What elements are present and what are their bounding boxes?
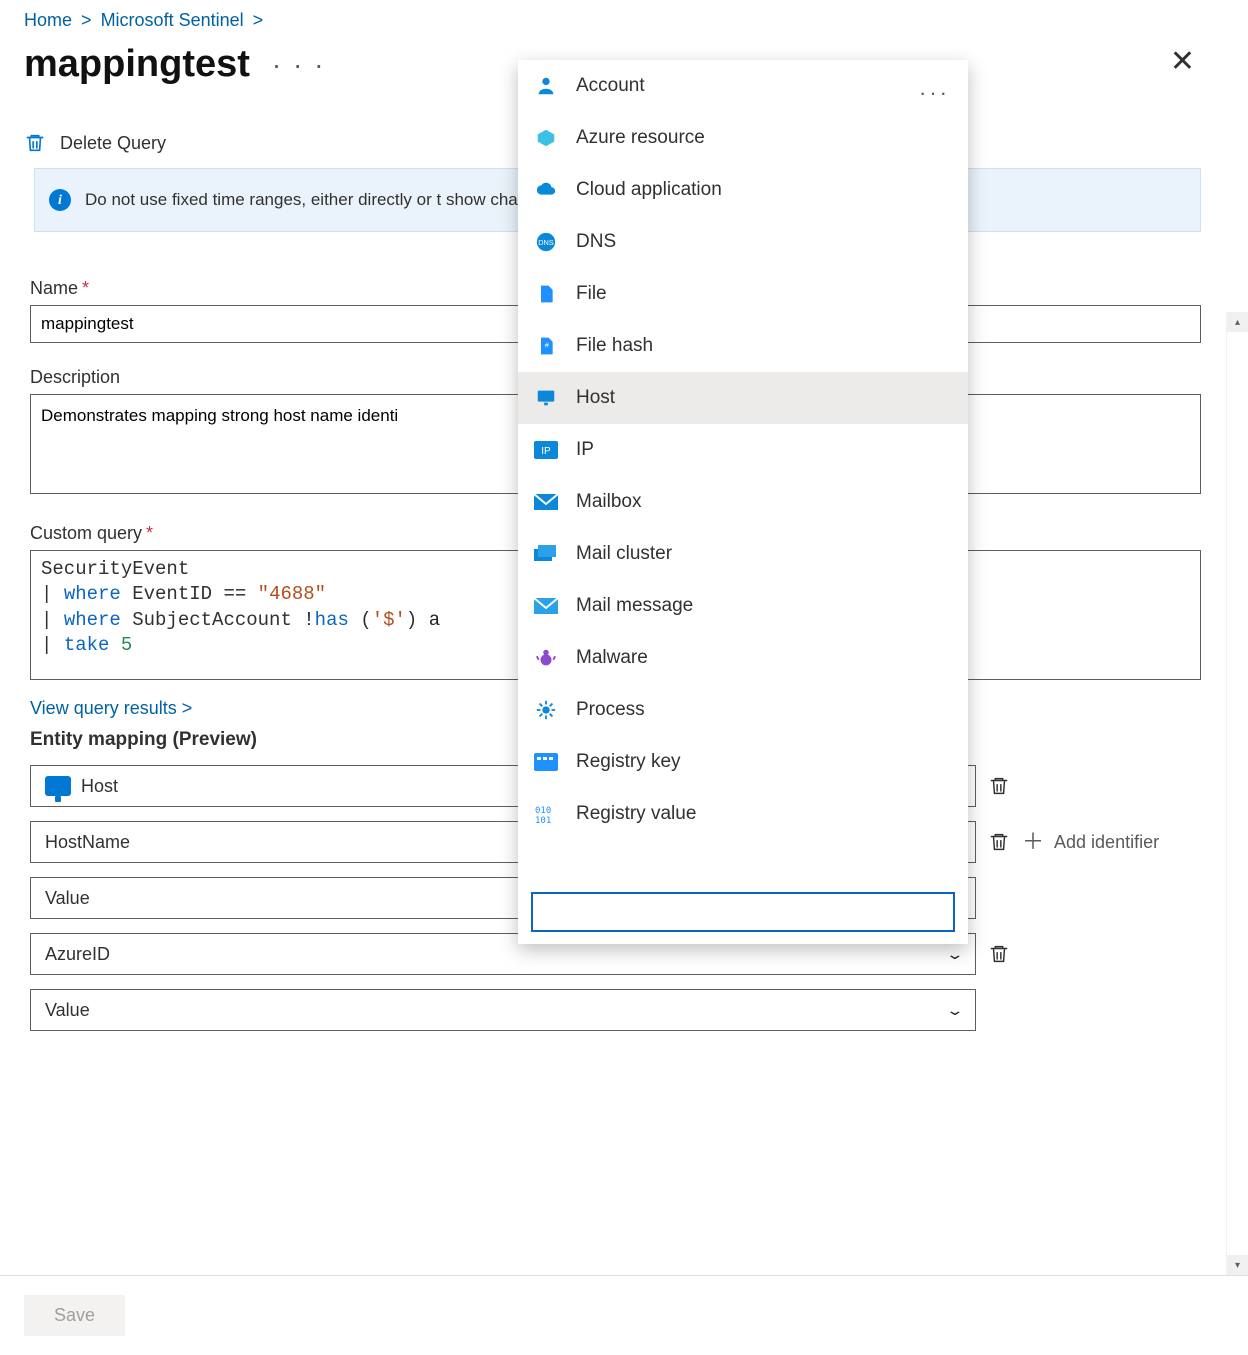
dropdown-item-mailcluster[interactable]: Mail cluster xyxy=(518,528,968,580)
entity-type-dropdown-popup: ··· Account Azure resource Cloud applicati… xyxy=(518,60,968,944)
breadcrumb-sentinel[interactable]: Microsoft Sentinel xyxy=(101,10,244,30)
identifier-value-placeholder: Value xyxy=(45,888,90,909)
required-star: * xyxy=(146,523,153,543)
plus-icon: ＋ xyxy=(1022,831,1044,853)
required-star: * xyxy=(82,278,89,298)
ip-icon: IP xyxy=(534,438,558,462)
trash-icon xyxy=(24,132,46,154)
svg-text:IP: IP xyxy=(541,446,551,457)
dropdown-item-ip[interactable]: IP IP xyxy=(518,424,968,476)
dropdown-item-label: Cloud application xyxy=(576,179,722,201)
malware-icon xyxy=(534,646,558,670)
dropdown-item-label: Azure resource xyxy=(576,127,705,149)
dropdown-item-label: IP xyxy=(576,439,594,461)
svg-text:DNS: DNS xyxy=(538,238,554,247)
dropdown-item-label: Account xyxy=(576,75,645,97)
dropdown-item-file[interactable]: File xyxy=(518,268,968,320)
dropdown-item-registrykey[interactable]: Registry key xyxy=(518,736,968,788)
save-button[interactable]: Save xyxy=(24,1295,125,1336)
info-icon: i xyxy=(49,189,71,211)
name-label-text: Name xyxy=(30,278,78,298)
entity-type-selected: Host xyxy=(81,776,118,797)
dropdown-item-label: Mail cluster xyxy=(576,543,672,565)
dropdown-item-registryvalue[interactable]: 010101 Registry value xyxy=(518,788,968,840)
mailmessage-icon xyxy=(534,594,558,618)
dropdown-item-label: Malware xyxy=(576,647,648,669)
dropdown-item-dns[interactable]: DNS DNS xyxy=(518,216,968,268)
breadcrumb-sep-2: > xyxy=(253,10,264,30)
dropdown-item-label: DNS xyxy=(576,231,616,253)
breadcrumb: Home > Microsoft Sentinel > xyxy=(24,0,1201,31)
scroll-down-icon[interactable]: ▾ xyxy=(1227,1255,1248,1275)
dropdown-item-azure[interactable]: Azure resource xyxy=(518,112,968,164)
vertical-scrollbar[interactable]: ▴ ▾ xyxy=(1226,312,1248,1275)
identifier-value-dropdown-1[interactable]: Value ⌄ xyxy=(30,989,976,1031)
entity-type-search-input[interactable] xyxy=(531,892,955,932)
delete-query-label: Delete Query xyxy=(60,133,166,154)
dropdown-more-icon[interactable]: ··· xyxy=(919,80,950,106)
host-icon xyxy=(45,776,71,796)
chevron-down-icon: ⌄ xyxy=(946,946,965,963)
add-identifier-label: Add identifier xyxy=(1054,832,1159,853)
dropdown-item-malware[interactable]: Malware xyxy=(518,632,968,684)
dropdown-item-mailbox[interactable]: Mailbox xyxy=(518,476,968,528)
breadcrumb-home[interactable]: Home xyxy=(24,10,72,30)
chevron-down-icon: ⌄ xyxy=(946,1002,965,1019)
breadcrumb-sep-1: > xyxy=(81,10,92,30)
entity-delete-button[interactable] xyxy=(988,775,1010,797)
mailcluster-icon xyxy=(534,542,558,566)
cloudapp-icon xyxy=(534,178,558,202)
custom-query-label-text: Custom query xyxy=(30,523,142,543)
file-icon xyxy=(534,282,558,306)
svg-text:010: 010 xyxy=(535,806,551,816)
entity-type-dropdown-scroll[interactable]: ··· Account Azure resource Cloud applicati… xyxy=(518,60,968,882)
scroll-up-icon[interactable]: ▴ xyxy=(1227,312,1248,332)
dropdown-item-label: Registry value xyxy=(576,803,696,825)
registryvalue-icon: 010101 xyxy=(534,802,558,826)
dropdown-item-label: Mail message xyxy=(576,595,693,617)
footer: Save xyxy=(0,1275,1248,1355)
host-icon xyxy=(534,386,558,410)
dropdown-item-label: Mailbox xyxy=(576,491,641,513)
dns-icon: DNS xyxy=(534,230,558,254)
svg-text:101: 101 xyxy=(535,816,551,824)
page-title-text: mappingtest xyxy=(24,43,250,86)
add-identifier-button[interactable]: ＋ Add identifier xyxy=(1022,831,1159,853)
dropdown-item-label: Registry key xyxy=(576,751,681,773)
registrykey-icon xyxy=(534,750,558,774)
identifier-field-value: HostName xyxy=(45,832,130,853)
dropdown-item-process[interactable]: Process xyxy=(518,684,968,736)
dropdown-item-account[interactable]: Account xyxy=(518,60,968,112)
close-icon[interactable]: ✕ xyxy=(1170,47,1195,77)
dropdown-item-label: File hash xyxy=(576,335,653,357)
dropdown-item-label: File xyxy=(576,283,607,305)
dropdown-item-filehash[interactable]: # File hash xyxy=(518,320,968,372)
identifier-delete-button-0[interactable] xyxy=(988,831,1010,853)
page-title: mappingtest · · · xyxy=(24,43,325,86)
dropdown-item-label: Process xyxy=(576,699,645,721)
identifier-value-placeholder: Value xyxy=(45,1000,90,1021)
dropdown-item-cloudapp[interactable]: Cloud application xyxy=(518,164,968,216)
identifier-field-value: AzureID xyxy=(45,944,110,965)
account-icon xyxy=(534,74,558,98)
page-title-more[interactable]: · · · xyxy=(272,49,326,81)
dropdown-item-label: Host xyxy=(576,387,615,409)
identifier-delete-button-1[interactable] xyxy=(988,943,1010,965)
process-icon xyxy=(534,698,558,722)
dropdown-item-host[interactable]: Host xyxy=(518,372,968,424)
dropdown-item-mailmessage[interactable]: Mail message xyxy=(518,580,968,632)
filehash-icon: # xyxy=(534,334,558,358)
azure-icon xyxy=(534,126,558,150)
mailbox-icon xyxy=(534,490,558,514)
